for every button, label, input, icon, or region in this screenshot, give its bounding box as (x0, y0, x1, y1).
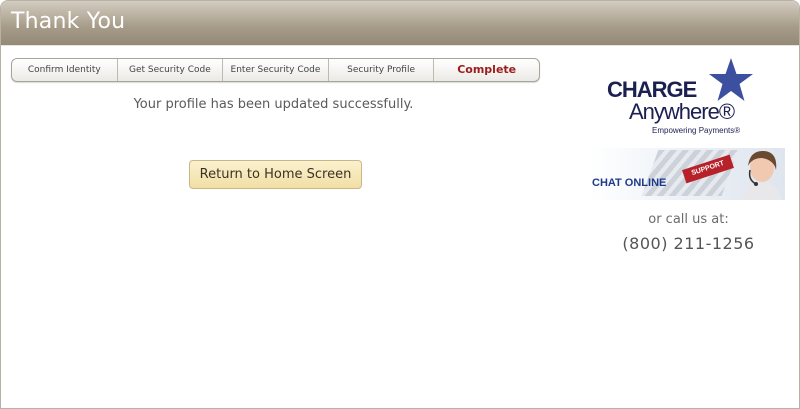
step-enter-security-code: Enter Security Code (223, 59, 329, 81)
success-message: Your profile has been updated successful… (133, 97, 414, 112)
star-icon (709, 58, 753, 101)
charge-anywhere-logo: CHARGE Anywhere® Empowering Payments® (604, 57, 760, 139)
step-confirm-identity: Confirm Identity (12, 59, 118, 81)
return-home-button[interactable]: Return to Home Screen (189, 160, 362, 189)
title-bar: Thank You (1, 1, 799, 46)
phone-number[interactable]: (800) 211-1256 (591, 234, 786, 253)
call-us-text: or call us at: (648, 212, 729, 227)
step-security-profile: Security Profile (329, 59, 435, 81)
progress-steps: Confirm Identity Get Security Code Enter… (11, 58, 540, 82)
chat-online-label: CHAT ONLINE (592, 177, 667, 189)
step-get-security-code: Get Security Code (118, 59, 224, 81)
logo-tagline: Empowering Payments® (652, 126, 741, 135)
page-title: Thank You (11, 9, 126, 34)
step-complete: Complete (457, 63, 517, 76)
logo-text-line2: Anywhere® (629, 99, 735, 124)
support-agent-icon (742, 150, 782, 200)
page-frame: Thank You Confirm Identity Get Security … (0, 0, 800, 409)
chat-online-banner[interactable]: SUPPORT CHAT ONLINE (590, 148, 785, 200)
